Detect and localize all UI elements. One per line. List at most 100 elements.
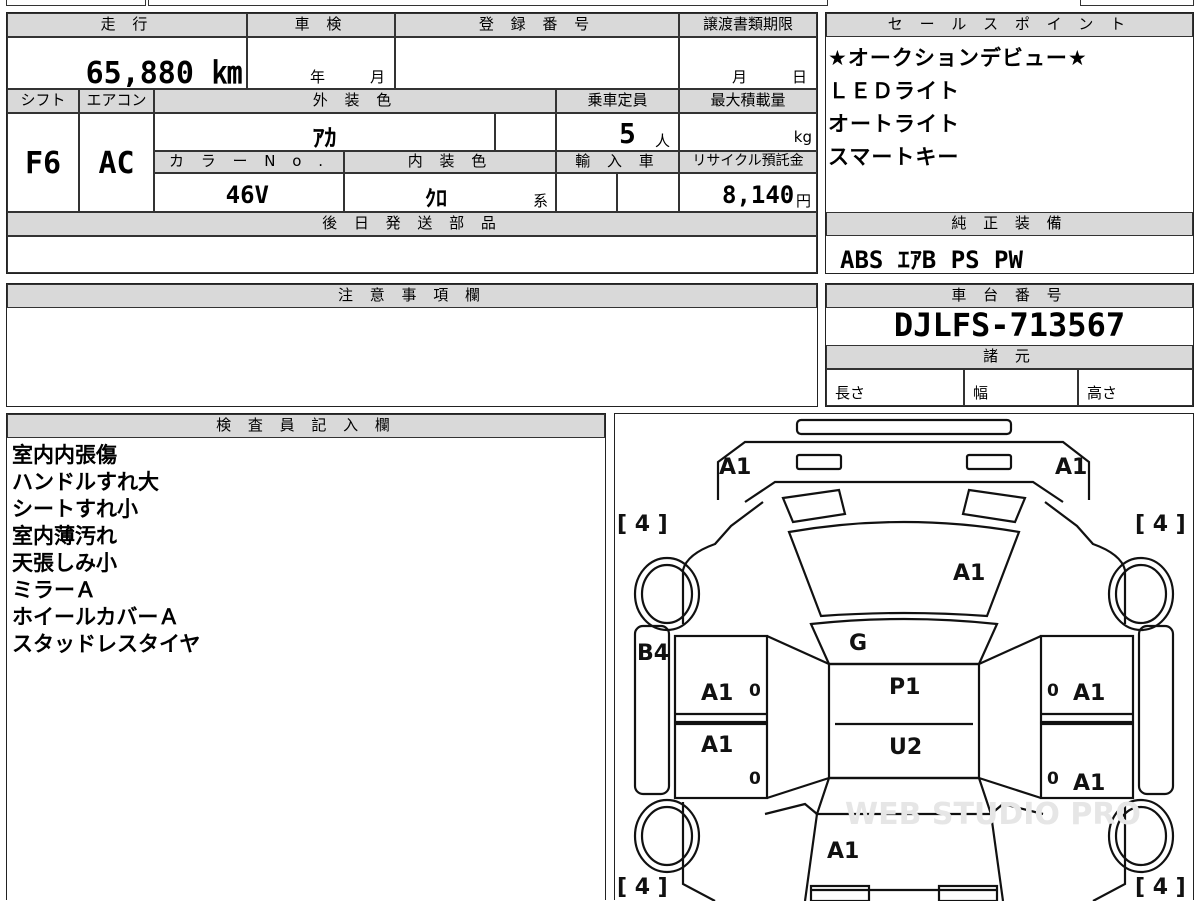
parts-header: 後 日 発 送 部 品 <box>7 212 817 236</box>
transfer-header: 譲渡書類期限 <box>679 13 817 37</box>
mileage-header: 走 行 <box>7 13 247 37</box>
capacity-value: 5 <box>619 117 636 150</box>
exterior-color-header: 外 装 色 <box>154 89 556 113</box>
front-left-corner-label: A1 <box>719 455 751 480</box>
watermark-text: WEB STUDIO PRO <box>845 797 1141 832</box>
transfer-day: 日 <box>792 68 808 86</box>
shift-cell: F6 <box>7 113 79 212</box>
top-cutoff <box>148 0 828 6</box>
inspector-header: 検 査 員 記 入 欄 <box>7 414 605 438</box>
sales-point: ★オークションデビュー★ <box>828 46 1088 70</box>
exterior-color-value: ｱｶ <box>312 124 337 152</box>
tire-front-right-label: [ 4 ] <box>1135 512 1186 537</box>
ac-header: エアコン <box>79 89 154 113</box>
capacity-unit: 人 <box>655 132 671 150</box>
import-cell-a <box>556 173 617 212</box>
recycle-value: 8,140 <box>722 181 795 209</box>
inspection-header: 車 検 <box>247 13 395 37</box>
car-diagram-block: WEB STUDIO PRO [ 4 ] [ 4 ] [ 4 ] [ 4 ] A… <box>614 413 1194 901</box>
right-front-door-label: A1 <box>1073 681 1105 706</box>
left-fender-label: B4 <box>637 641 669 666</box>
sales-points-list: ★オークションデビュー★ ＬＥＤライト オートライト スマートキー <box>828 42 1188 174</box>
exterior-color-extra <box>495 113 556 151</box>
spec-length: 長さ <box>835 384 866 402</box>
interior-color-value: ｸﾛ <box>425 187 448 212</box>
interior-color-header: 内 装 色 <box>344 151 556 173</box>
top-cutoff <box>6 0 146 6</box>
recycle-header: リサイクル預託金 <box>679 151 817 173</box>
spec-width: 幅 <box>973 384 989 402</box>
caution-header: 注 意 事 項 欄 <box>7 284 817 308</box>
windshield-label: G <box>849 631 867 656</box>
spec-length-cell: 長さ <box>826 369 964 406</box>
inspection-month: 月 <box>370 68 386 86</box>
tire-front-left-label: [ 4 ] <box>617 512 668 537</box>
left-rear-door-label: A1 <box>701 733 733 758</box>
right-front-door-zero: 0 <box>1047 681 1059 701</box>
left-front-door-zero: 0 <box>749 681 761 701</box>
chassis-header: 車 台 番 号 <box>826 284 1193 308</box>
import-cell-b <box>617 173 679 212</box>
mileage-cell: 65,880 ㎞ <box>7 37 247 91</box>
tire-rear-right-label: [ 4 ] <box>1135 875 1186 900</box>
spec-height: 高さ <box>1087 384 1118 402</box>
max-load-unit: kg <box>793 128 812 146</box>
max-load-header: 最大積載量 <box>679 89 817 113</box>
color-no-header: カ ラ ー N o . <box>154 151 344 173</box>
ac-value: AC <box>98 146 135 181</box>
registration-header: 登 録 番 号 <box>395 13 679 37</box>
mileage-value: 65,880 ㎞ <box>85 56 242 91</box>
sales-point: ＬＥＤライト <box>828 79 960 103</box>
inspector-note: ハンドルすれ大 <box>12 470 159 494</box>
exterior-color-cell: ｱｶ <box>154 113 495 152</box>
recycle-unit: 円 <box>796 192 812 210</box>
transfer-month: 月 <box>732 68 748 86</box>
registration-cell <box>395 37 679 89</box>
top-cutoff <box>1080 0 1194 6</box>
inspector-note: 室内内張傷 <box>12 443 117 467</box>
right-rear-door-zero: 0 <box>1047 769 1059 789</box>
capacity-header: 乗車定員 <box>556 89 679 113</box>
rear-label: A1 <box>827 839 859 864</box>
inspector-note: 天張しみ小 <box>12 551 117 575</box>
roof-rear-label: U2 <box>889 735 922 760</box>
recycle-cell: 8,140 円 <box>679 173 817 212</box>
sales-point: オートライト <box>828 112 960 136</box>
inspection-year: 年 <box>310 68 326 86</box>
shift-value: F6 <box>24 146 62 181</box>
front-right-corner-label: A1 <box>1055 455 1087 480</box>
import-header: 輸 入 車 <box>556 151 679 173</box>
inspector-note: ミラーＡ <box>12 578 96 602</box>
inspector-note: 室内薄汚れ <box>12 524 117 548</box>
capacity-cell: 5 人 <box>556 113 679 151</box>
sales-point: スマートキー <box>828 145 960 169</box>
inspector-note: スタッドレスタイヤ <box>12 632 201 656</box>
ac-cell: AC <box>79 113 154 212</box>
spec-height-cell: 高さ <box>1078 369 1193 406</box>
transfer-cell: 月 日 <box>679 37 817 89</box>
spec-width-cell: 幅 <box>964 369 1078 406</box>
chassis-number: DJLFS-713567 <box>893 306 1126 344</box>
color-no-cell: 46V <box>154 173 344 212</box>
parts-cell <box>7 236 817 273</box>
spec-header: 諸 元 <box>826 345 1193 369</box>
inspector-notes: 室内内張傷 ハンドルすれ大 シートすれ小 室内薄汚れ 天張しみ小 ミラーＡ ホイ… <box>12 442 592 658</box>
roof-front-label: P1 <box>889 675 920 700</box>
color-no-value: 46V <box>225 181 269 209</box>
interior-color-suffix: 系 <box>533 192 549 210</box>
right-rear-door-label: A1 <box>1073 771 1105 796</box>
shift-header: シフト <box>7 89 79 113</box>
interior-color-cell: ｸﾛ 系 <box>344 173 556 212</box>
sales-header: セ ー ル ス ポ イ ン ト <box>826 13 1193 37</box>
hood-label: A1 <box>953 561 985 586</box>
left-rear-door-zero: 0 <box>749 769 761 789</box>
inspector-note: シートすれ小 <box>12 497 138 521</box>
max-load-cell: kg <box>679 113 817 151</box>
inspector-note: ホイールカバーＡ <box>12 605 180 629</box>
inspection-cell: 年 月 <box>247 37 395 89</box>
left-front-door-label: A1 <box>701 681 733 706</box>
car-diagram: WEB STUDIO PRO [ 4 ] [ 4 ] [ 4 ] [ 4 ] A… <box>617 418 1186 901</box>
equipment-header: 純 正 装 備 <box>826 212 1193 236</box>
tire-rear-left-label: [ 4 ] <box>617 875 668 900</box>
equipment-value: ABS ｴｱB PS PW <box>840 246 1023 274</box>
